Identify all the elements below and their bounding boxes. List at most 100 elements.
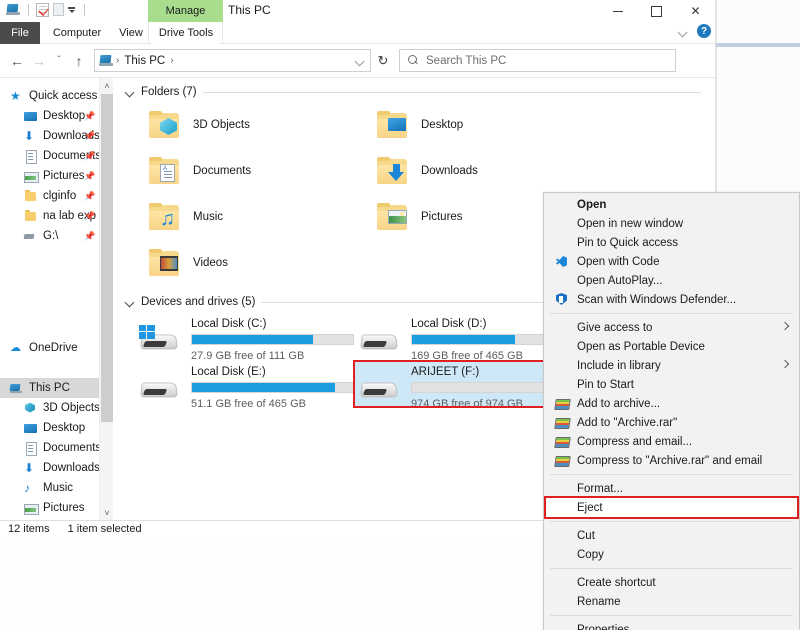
pin-icon[interactable]: 📌 (84, 191, 93, 200)
this-pc-icon[interactable] (6, 2, 21, 17)
qat-divider (28, 4, 29, 16)
menu-item-copy[interactable]: Copy (544, 545, 799, 564)
up-button[interactable]: ↑ (68, 49, 90, 73)
tab-computer[interactable]: Computer (46, 22, 108, 44)
sidebar-item-label: Music (43, 482, 73, 494)
menu-item-pin-to-start[interactable]: Pin to Start (544, 375, 799, 394)
sidebar-item-downloads[interactable]: ⬇ Downloads 📌 (0, 126, 113, 146)
scrollbar-thumb[interactable] (101, 94, 113, 422)
minimize-button[interactable] (598, 0, 637, 22)
pin-icon[interactable]: 📌 (84, 231, 93, 240)
chevron-down-icon[interactable] (678, 26, 689, 37)
star-icon: ★ (10, 90, 23, 103)
back-button[interactable]: ← (6, 49, 28, 73)
menu-item-properties[interactable]: Properties (544, 620, 799, 630)
sidebar-item-desktop[interactable]: Desktop 📌 (0, 106, 113, 126)
folders-group-header[interactable]: Folders (7) (113, 78, 715, 98)
drive-item-c[interactable]: Local Disk (C:) 27.9 GB free of 111 GB (133, 312, 353, 360)
sidebar-item-label: Pictures (43, 170, 85, 182)
folder-item-label: Pictures (421, 211, 463, 223)
menu-item-eject[interactable]: Eject (544, 498, 799, 517)
menu-item-cut[interactable]: Cut (544, 526, 799, 545)
maximize-button[interactable] (637, 0, 676, 22)
sidebar-item-quick-access[interactable]: ★ Quick access (0, 86, 113, 106)
menu-item-give-access-to[interactable]: Give access to (544, 318, 799, 337)
sidebar-item-pc-music[interactable]: ♪ Music (0, 478, 113, 498)
navigation-pane-scrollbar[interactable]: ˄ ˅ (99, 78, 113, 520)
sidebar-item-pc-desktop[interactable]: Desktop (0, 418, 113, 438)
drives-group-title: Devices and drives (5) (141, 296, 255, 308)
folder-item-music[interactable]: ♫ Music (149, 194, 377, 240)
menu-item-add-to-archive[interactable]: Add to archive... (544, 394, 799, 413)
menu-item-compress-and-email[interactable]: Compress and email... (544, 432, 799, 451)
sidebar-item-onedrive[interactable]: ☁ OneDrive (0, 338, 113, 358)
menu-item-scan-with-windows-defender[interactable]: Scan with Windows Defender... (544, 290, 799, 309)
folder-item-videos[interactable]: Videos (149, 240, 377, 286)
sidebar-item-pc-documents[interactable]: Documents (0, 438, 113, 458)
drive-item-d[interactable]: Local Disk (D:) 169 GB free of 465 GB (353, 312, 573, 360)
sidebar-item-3d-objects[interactable]: 3D Objects (0, 398, 113, 418)
drive-item-e[interactable]: Local Disk (E:) 51.1 GB free of 465 GB (133, 360, 353, 408)
menu-item-open-autoplay[interactable]: Open AutoPlay... (544, 271, 799, 290)
menu-item-rename[interactable]: Rename (544, 592, 799, 611)
sidebar-item-clginfo[interactable]: clginfo 📌 (0, 186, 113, 206)
menu-item-add-to-archive-rar[interactable]: Add to "Archive.rar" (544, 413, 799, 432)
sidebar-item-pc-downloads[interactable]: ⬇ Downloads (0, 458, 113, 478)
help-icon[interactable]: ? (697, 24, 711, 38)
sidebar-item-documents[interactable]: Documents 📌 (0, 146, 113, 166)
sidebar-item-this-pc[interactable]: This PC (0, 378, 113, 398)
pin-icon[interactable]: 📌 (84, 131, 93, 140)
folder-item-documents[interactable]: Documents (149, 148, 377, 194)
pin-icon[interactable]: 📌 (84, 211, 93, 220)
tab-drive-tools[interactable]: Drive Tools (153, 22, 219, 44)
folder-icon (24, 190, 37, 203)
folder-item-desktop[interactable]: Desktop (377, 102, 605, 148)
sidebar-item-na-lab-exp[interactable]: na lab exp 📌 (0, 206, 113, 226)
forward-button[interactable]: → (28, 49, 50, 73)
scroll-down-icon[interactable]: ˅ (100, 505, 113, 520)
menu-item-open-in-new-window[interactable]: Open in new window (544, 214, 799, 233)
breadcrumb-this-pc[interactable]: This PC (121, 55, 168, 67)
close-button[interactable]: ✕ (676, 0, 715, 22)
sidebar-item-pictures[interactable]: Pictures 📌 (0, 166, 113, 186)
refresh-button[interactable]: ↻ (371, 49, 395, 72)
this-pc-icon (10, 382, 23, 395)
address-dropdown-icon[interactable] (355, 55, 366, 66)
context-menu[interactable]: Open Open in new window Pin to Quick acc… (543, 192, 800, 630)
pin-icon[interactable]: 📌 (84, 111, 93, 120)
folder-item-downloads[interactable]: Downloads (377, 148, 605, 194)
address-bar[interactable]: › This PC › (94, 49, 371, 72)
chevron-down-icon[interactable] (125, 297, 135, 307)
pin-icon[interactable]: 📌 (84, 171, 93, 180)
menu-item-open-with-code[interactable]: Open with Code (544, 252, 799, 271)
windows-logo-icon (139, 325, 156, 341)
tab-file[interactable]: File (0, 22, 40, 44)
drive-icon (139, 374, 181, 406)
menu-item-open-as-portable-device[interactable]: Open as Portable Device (544, 337, 799, 356)
new-folder-icon[interactable] (53, 3, 64, 16)
sidebar-item-g-drive[interactable]: G:\ 📌 (0, 226, 113, 246)
folder-documents-icon (149, 157, 181, 185)
menu-item-pin-to-quick-access[interactable]: Pin to Quick access (544, 233, 799, 252)
drive-item-f-arijeet[interactable]: ARIJEET (F:) 974 GB free of 974 GB (353, 360, 573, 408)
sidebar-item-pc-pictures[interactable]: Pictures (0, 498, 113, 518)
folder-item-3d-objects[interactable]: 3D Objects (149, 102, 377, 148)
menu-item-include-in-library[interactable]: Include in library (544, 356, 799, 375)
scroll-up-icon[interactable]: ˄ (100, 78, 113, 94)
properties-icon[interactable] (36, 3, 49, 17)
customize-caret-icon[interactable] (68, 5, 77, 14)
recent-locations-button[interactable]: ˇ (50, 49, 68, 73)
winrar-icon (554, 396, 569, 411)
sidebar-item-label: Desktop (43, 110, 85, 122)
menu-item-create-shortcut[interactable]: Create shortcut (544, 573, 799, 592)
menu-item-compress-to-archive-and-email[interactable]: Compress to "Archive.rar" and email (544, 451, 799, 470)
search-box[interactable]: Search This PC (399, 49, 676, 72)
menu-item-label: Compress and email... (577, 436, 692, 448)
tab-view[interactable]: View (112, 22, 150, 44)
folder-item-label: Downloads (421, 165, 478, 177)
breadcrumb-separator-2[interactable]: › (168, 55, 175, 66)
pin-icon[interactable]: 📌 (84, 151, 93, 160)
search-input[interactable]: Search This PC (426, 55, 506, 67)
chevron-down-icon[interactable] (125, 87, 135, 97)
menu-item-open[interactable]: Open (544, 195, 799, 214)
